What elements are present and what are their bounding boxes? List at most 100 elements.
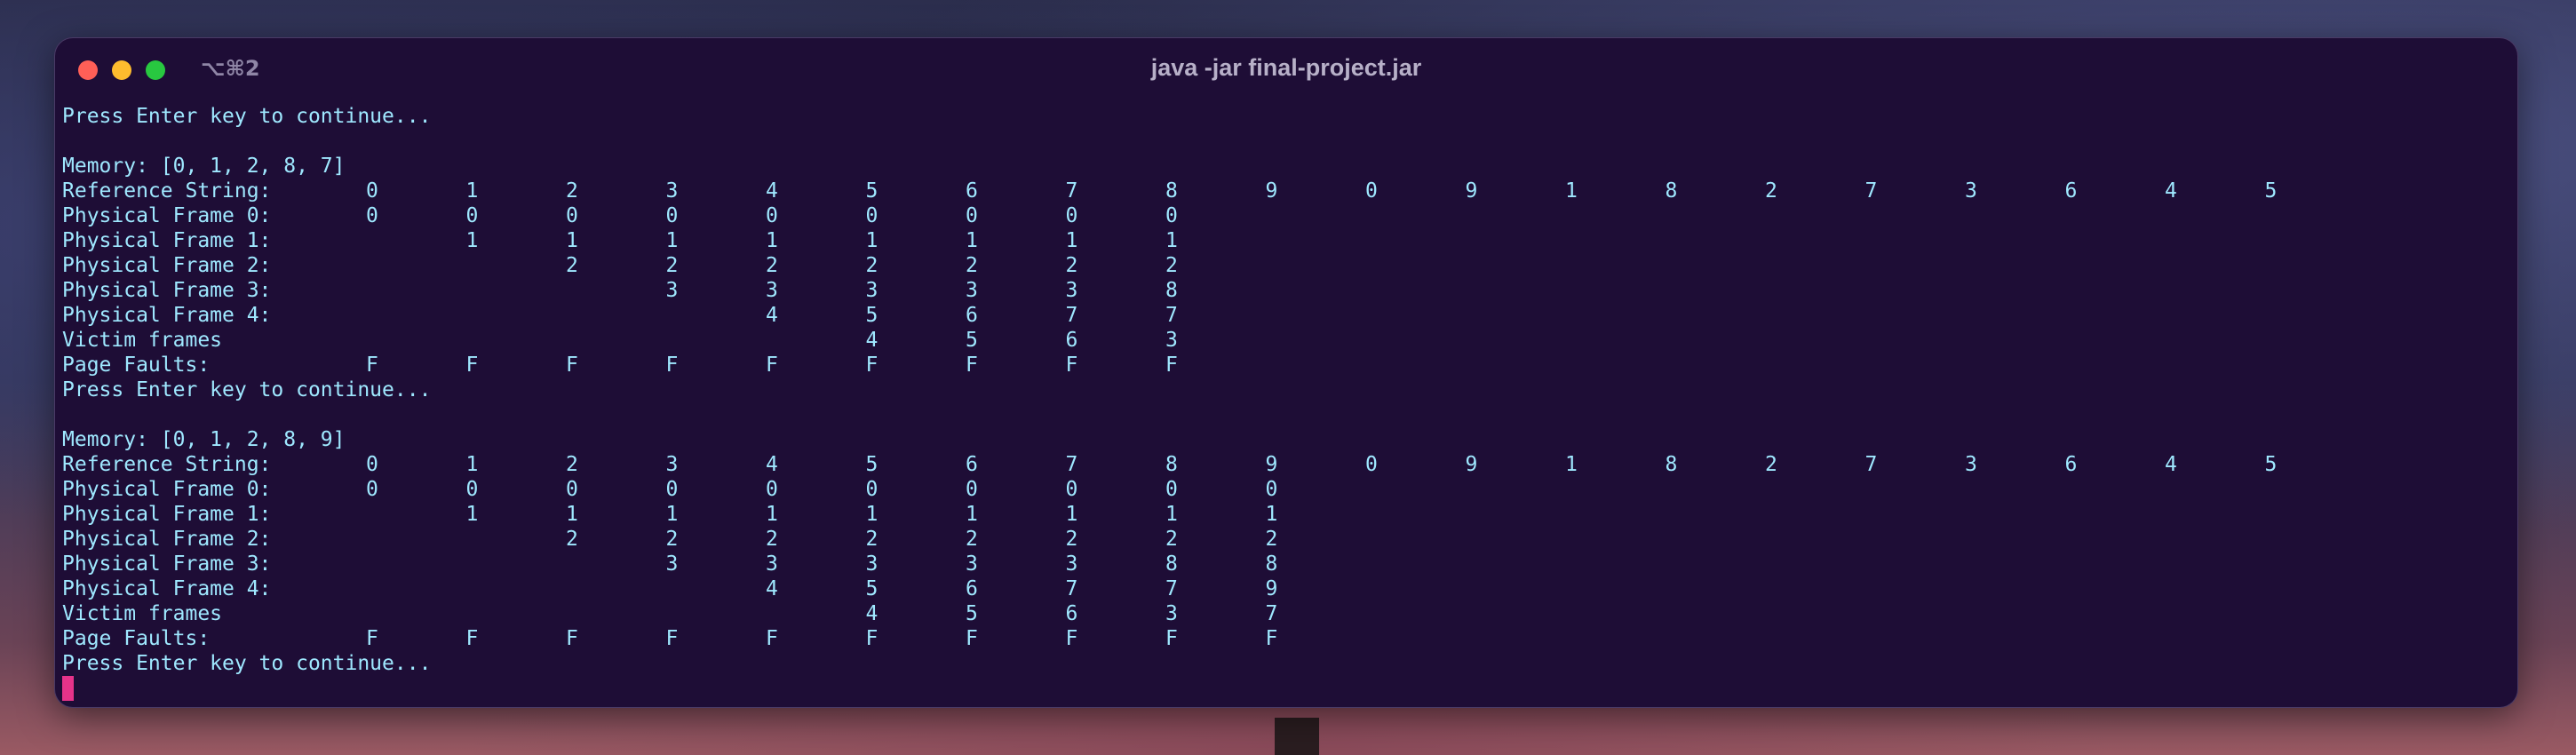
- terminal-line: Memory: [0, 1, 2, 8, 7]: [62, 154, 2510, 179]
- row-label: Page Faults:: [62, 354, 211, 377]
- row-label: Physical Frame 0:: [62, 478, 272, 501]
- table-cell: 8: [1165, 453, 1178, 476]
- table-cell: 0: [366, 478, 378, 501]
- table-cell: 2: [766, 528, 778, 551]
- table-cell: 4: [2165, 453, 2177, 476]
- table-cell: F: [966, 354, 978, 377]
- row-label: Victim frames: [62, 329, 223, 352]
- table-cell: 9: [1265, 453, 1278, 476]
- wallpaper-building: [1275, 718, 1319, 755]
- table-cell: 2: [1265, 528, 1278, 551]
- table-cell: F: [966, 627, 978, 650]
- table-cell: 2: [966, 528, 978, 551]
- table-cell: 7: [1864, 179, 1878, 203]
- table-cell: 4: [766, 304, 778, 327]
- table-cell: 1: [966, 503, 978, 526]
- table-cell: 3: [1165, 602, 1178, 625]
- table-cell: 7: [1165, 577, 1178, 600]
- table-cell: 5: [865, 577, 879, 600]
- table-cell: 5: [966, 602, 978, 625]
- table-cell: 2: [1765, 453, 1777, 476]
- table-cell: 1: [766, 503, 778, 526]
- table-cell: 3: [1165, 329, 1178, 352]
- table-cell: 5: [2264, 179, 2278, 203]
- table-cell: 2: [966, 254, 978, 277]
- table-cell: 0: [566, 478, 578, 501]
- table-cell: 2: [566, 179, 578, 203]
- table-cell: F: [665, 627, 679, 650]
- terminal-line: Press Enter key to continue...: [62, 378, 2510, 402]
- terminal-line: Page Faults: F F F F F F F F F F: [62, 626, 2510, 651]
- terminal-line: Victim frames 4 5 6 3: [62, 328, 2510, 353]
- terminal-line: Physical Frame 3: 3 3 3 3 3 8: [62, 278, 2510, 303]
- table-cell: 1: [1065, 503, 1078, 526]
- table-cell: 7: [1265, 602, 1278, 625]
- table-cell: 4: [865, 602, 879, 625]
- table-cell: F: [1165, 627, 1178, 650]
- table-cell: 7: [1065, 453, 1078, 476]
- table-cell: 0: [366, 179, 378, 203]
- table-cell: 1: [1265, 503, 1278, 526]
- table-cell: 0: [1065, 204, 1078, 227]
- terminal-text: Press Enter key to continue...: [62, 378, 432, 401]
- table-cell: 2: [566, 528, 578, 551]
- terminal-text: Memory: [0, 1, 2, 8, 7]: [62, 155, 346, 178]
- table-cell: 6: [2064, 453, 2078, 476]
- table-cell: 0: [366, 204, 378, 227]
- table-cell: 6: [1065, 329, 1078, 352]
- terminal-line: Press Enter key to continue...: [62, 104, 2510, 129]
- table-cell: 2: [1765, 179, 1777, 203]
- table-cell: 7: [1065, 577, 1078, 600]
- table-cell: 3: [1965, 453, 1977, 476]
- table-cell: 0: [1265, 478, 1278, 501]
- table-cell: 3: [665, 279, 679, 302]
- table-cell: 6: [966, 453, 978, 476]
- terminal-line: Physical Frame 2: 2 2 2 2 2 2 2: [62, 253, 2510, 278]
- table-cell: F: [1265, 627, 1278, 650]
- row-label: Physical Frame 3:: [62, 552, 272, 576]
- table-cell: 3: [665, 453, 679, 476]
- table-cell: F: [366, 627, 378, 650]
- table-cell: 0: [465, 204, 479, 227]
- table-cell: 3: [766, 552, 778, 576]
- terminal-line: Memory: [0, 1, 2, 8, 9]: [62, 427, 2510, 452]
- terminal-line: Physical Frame 0: 0 0 0 0 0 0 0 0 0: [62, 203, 2510, 228]
- terminal-text: Press Enter key to continue...: [62, 105, 432, 128]
- title-bar[interactable]: ⌥⌘2 java -jar final-project.jar: [55, 38, 2517, 100]
- table-cell: F: [465, 354, 479, 377]
- table-cell: 2: [665, 528, 679, 551]
- terminal-line: Page Faults: F F F F F F F F F: [62, 353, 2510, 378]
- table-cell: 2: [1065, 528, 1078, 551]
- terminal-line: Physical Frame 3: 3 3 3 3 3 8 8: [62, 552, 2510, 576]
- table-cell: 4: [766, 577, 778, 600]
- table-cell: 3: [865, 552, 879, 576]
- table-cell: F: [1065, 627, 1078, 650]
- window-title: java -jar final-project.jar: [1150, 54, 1422, 81]
- terminal-output[interactable]: Press Enter key to continue... Memory: [0…: [62, 104, 2510, 676]
- terminal-line: Press Enter key to continue...: [62, 651, 2510, 676]
- table-cell: 5: [865, 304, 879, 327]
- table-cell: 1: [766, 229, 778, 252]
- row-label: Physical Frame 4:: [62, 304, 272, 327]
- row-label: Physical Frame 4:: [62, 577, 272, 600]
- table-cell: 4: [865, 329, 879, 352]
- table-cell: 2: [865, 254, 879, 277]
- table-cell: 4: [766, 179, 778, 203]
- terminal-window: ⌥⌘2 java -jar final-project.jar Press En…: [55, 38, 2517, 707]
- table-cell: 0: [1165, 204, 1178, 227]
- table-cell: F: [865, 627, 879, 650]
- table-cell: 8: [1265, 552, 1278, 576]
- terminal-line: Physical Frame 2: 2 2 2 2 2 2 2 2: [62, 527, 2510, 552]
- table-cell: F: [366, 354, 378, 377]
- terminal-line: Victim frames 4 5 6 3 7: [62, 601, 2510, 626]
- row-label: Physical Frame 2:: [62, 254, 272, 277]
- table-cell: 2: [1165, 254, 1178, 277]
- table-cell: 1: [566, 503, 578, 526]
- table-cell: 1: [865, 503, 879, 526]
- table-cell: 6: [1065, 602, 1078, 625]
- table-cell: 3: [1965, 179, 1977, 203]
- table-cell: 1: [1165, 229, 1178, 252]
- table-cell: 0: [665, 478, 679, 501]
- table-cell: 4: [2165, 179, 2177, 203]
